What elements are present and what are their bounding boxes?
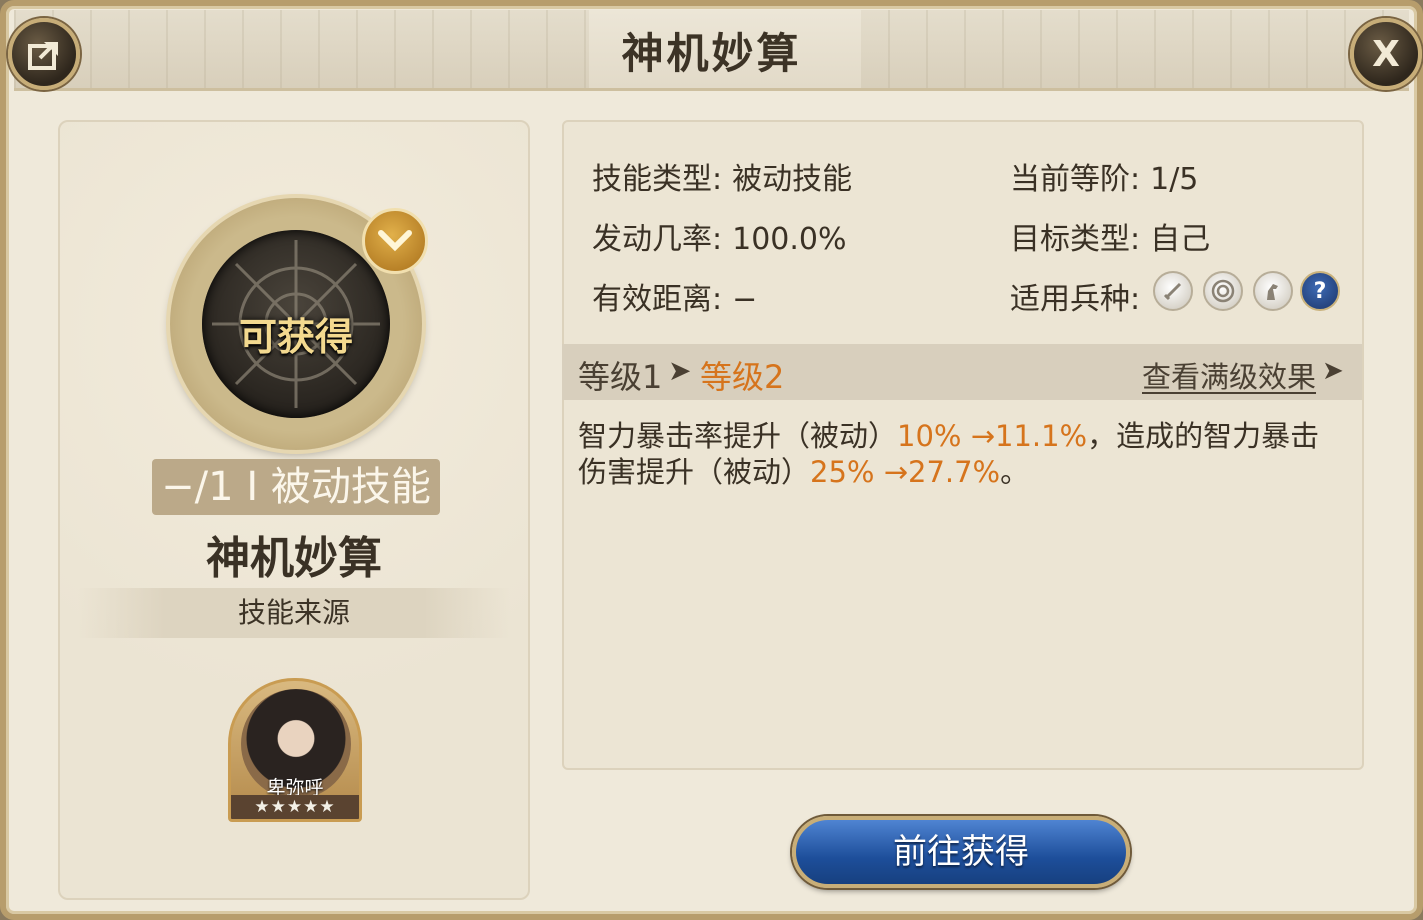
question-icon[interactable]: ? [1300, 271, 1340, 311]
desc-value-1: 10% →11.1% [897, 419, 1088, 453]
level-from: 等级1 [578, 358, 663, 396]
skill-description: 智力暴击率提升（被动）10% →11.1%，造成的智力暴击伤害提升（被动）25%… [578, 418, 1348, 490]
skill-type-row: 技能类型: 被动技能 [592, 154, 852, 198]
desc-text-1: 智力暴击率提升（被动） [578, 419, 898, 453]
arrow-right-icon[interactable]: ➤ [1322, 356, 1344, 386]
close-button[interactable]: X [1350, 18, 1422, 90]
view-max-effect-link[interactable]: 查看满级效果 [1142, 354, 1316, 396]
target-type-value: 自己 [1150, 222, 1211, 257]
desc-text-3: 。 [1000, 455, 1030, 489]
target-type-label: 目标类型: [1010, 222, 1141, 257]
range-label: 有效距离: [592, 282, 723, 317]
skill-level-type-tag: −/1 I 被动技能 [152, 459, 440, 515]
close-icon: X [1372, 33, 1400, 75]
chevron-glyph [378, 230, 412, 252]
target-type-row: 目标类型: 自己 [1010, 214, 1210, 258]
desc-value-2: 25% →27.7% [810, 455, 1001, 489]
target-glyph [1211, 279, 1235, 303]
horse-glyph [1267, 284, 1278, 300]
chevron-down-icon[interactable] [362, 208, 428, 274]
skill-source-label: 技能来源 [78, 588, 510, 638]
share-icon [28, 42, 58, 70]
sword-glyph [1163, 282, 1182, 301]
level-to: 等级2 [700, 358, 785, 396]
troops-label: 适用兵种: [1010, 282, 1141, 317]
trigger-rate-row: 发动几率: 100.0% [592, 214, 847, 258]
current-rank-value: 1/5 [1150, 162, 1199, 197]
arrow-right-icon: ➤ [668, 354, 692, 387]
range-row: 有效距离: − [592, 274, 757, 318]
skill-name: 神机妙算 [206, 533, 382, 584]
skill-type-label: 技能类型: [592, 162, 723, 197]
sword-icon[interactable] [1153, 271, 1193, 311]
trigger-rate-label: 发动几率: [592, 222, 723, 257]
target-icon[interactable] [1203, 271, 1243, 311]
hero-stars: ★★★★★ [231, 795, 359, 819]
horse-icon[interactable] [1253, 271, 1293, 311]
obtainable-status: 可获得 [238, 315, 353, 359]
share-button[interactable] [8, 18, 80, 90]
troops-row: 适用兵种: [1010, 274, 1150, 318]
go-obtain-button[interactable]: 前往获得 [792, 816, 1130, 888]
dialog-title: 神机妙算 [621, 29, 802, 78]
range-value: − [732, 282, 758, 317]
current-rank-label: 当前等阶: [1010, 162, 1141, 197]
skill-type-value: 被动技能 [732, 162, 853, 197]
trigger-rate-value: 100.0% [732, 222, 847, 257]
current-rank-row: 当前等阶: 1/5 [1010, 154, 1198, 198]
hero-card[interactable]: 卑弥呼 ★★★★★ [228, 678, 362, 822]
